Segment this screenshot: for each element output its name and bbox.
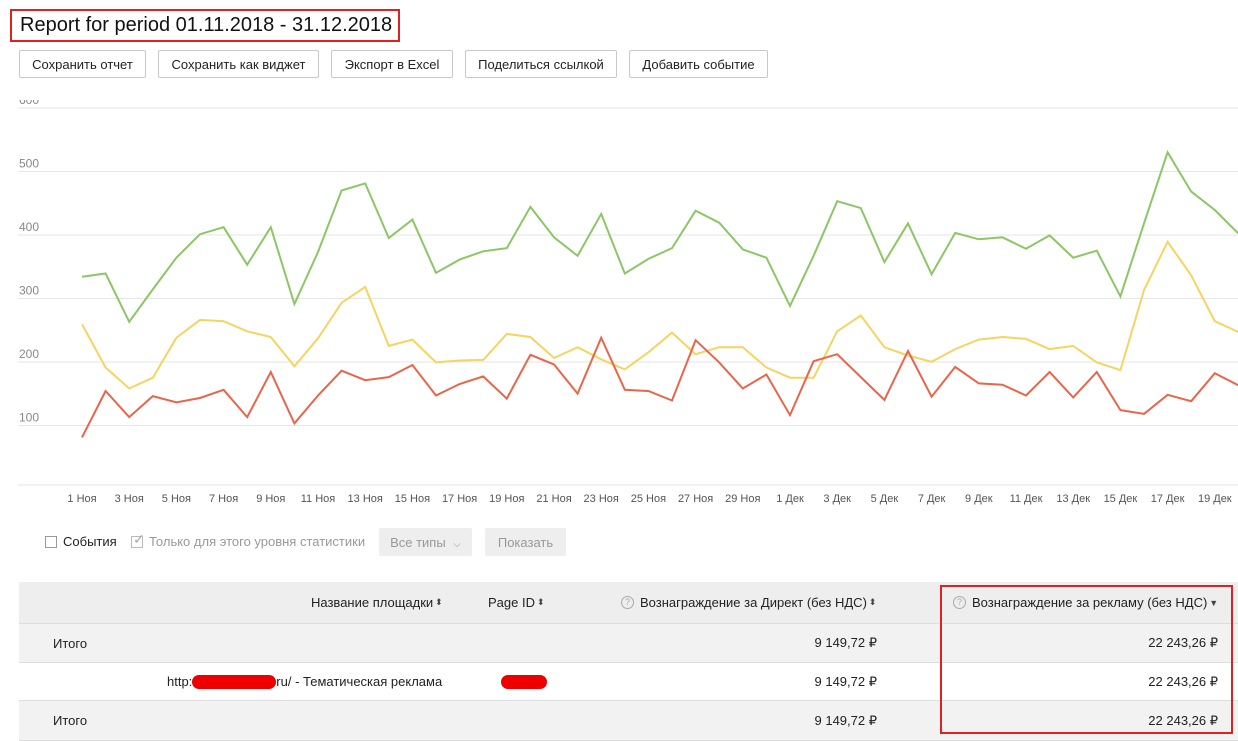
- x-tick-label: 3 Ноя: [115, 493, 144, 505]
- total-label: Итого: [53, 635, 88, 651]
- redaction-mark: [501, 674, 547, 689]
- x-tick-label: 11 Ноя: [301, 493, 336, 505]
- redaction-mark: [192, 674, 277, 689]
- header-site-label: Название площадки: [311, 595, 434, 610]
- x-tick-label: 21 Ноя: [536, 493, 571, 505]
- line-chart: 100 200 300 400 500 600 1 Ноя 3 Ноя 5 Ноя 7 Ноя 9…: [18, 100, 1238, 505]
- header-page-id-label: Page ID: [488, 595, 535, 610]
- save-widget-button[interactable]: Сохранить как виджет: [158, 50, 319, 78]
- x-tick-label: 19 Дек: [1198, 493, 1232, 505]
- x-axis-ticks: 1 Ноя 3 Ноя 5 Ноя 7 Ноя 9 Ноя 11 Ноя 13 Ноя 15 …: [67, 493, 1231, 505]
- level-only-label: Только для этого уровня статистики: [149, 534, 366, 549]
- x-tick-label: 1 Ноя: [67, 493, 96, 505]
- header-direct-reward[interactable]: ? Вознаграждение за Директ (без НДС) ⬍: [621, 582, 876, 623]
- sort-icon: ⬍: [868, 597, 877, 607]
- series-line-2: [81, 335, 1238, 438]
- add-event-button[interactable]: Добавить событие: [629, 50, 768, 78]
- y-tick-label: 300: [19, 284, 39, 298]
- level-only-checkbox[interactable]: ✓: [131, 531, 145, 548]
- x-tick-label: 3 Дек: [823, 493, 851, 505]
- x-tick-label: 15 Дек: [1104, 493, 1138, 505]
- save-report-button[interactable]: Сохранить отчет: [19, 50, 146, 78]
- total-label: Итого: [53, 713, 88, 728]
- chart-controls: События ✓ Только для этого уровня статис…: [0, 528, 1238, 558]
- y-tick-label: 100: [19, 411, 39, 425]
- total-direct-value: 9 149,72 ₽: [814, 635, 878, 650]
- x-tick-label: 25 Ноя: [631, 493, 666, 505]
- site-suffix: ru/ - Тематическая реклама: [276, 674, 443, 689]
- x-tick-label: 17 Дек: [1151, 493, 1185, 505]
- all-types-label: Все типы: [390, 534, 446, 550]
- x-tick-label: 29 Ноя: [725, 493, 760, 505]
- all-types-dropdown[interactable]: Все типы ⌵: [379, 528, 472, 556]
- header-direct-reward-label: Вознаграждение за Директ (без НДС): [640, 595, 867, 610]
- x-tick-label: 27 Ноя: [678, 493, 713, 505]
- y-tick-label: 600: [19, 100, 39, 107]
- x-tick-label: 1 Дек: [776, 493, 804, 505]
- export-excel-button[interactable]: Экспорт в Excel: [331, 50, 453, 78]
- x-tick-label: 9 Ноя: [256, 493, 285, 505]
- series-line-0: [81, 149, 1238, 324]
- x-tick-label: 11 Дек: [1010, 493, 1043, 505]
- x-tick-label: 7 Дек: [918, 493, 946, 505]
- series-line-1: [81, 239, 1238, 390]
- site-name[interactable]: http: ru/ - Тематическая реклама: [167, 663, 442, 700]
- x-tick-label: 19 Ноя: [489, 493, 524, 505]
- events-checkbox[interactable]: [45, 536, 57, 548]
- x-tick-label: 5 Ноя: [162, 493, 191, 505]
- header-site[interactable]: Название площадки ⬍: [311, 582, 443, 623]
- chart-grid: [18, 107, 1238, 486]
- header-page-id[interactable]: Page ID ⬍: [488, 582, 545, 623]
- help-icon[interactable]: ?: [621, 596, 634, 609]
- x-tick-label: 9 Дек: [965, 493, 993, 505]
- ad-reward-highlight-box: [940, 585, 1233, 734]
- y-tick-label: 500: [19, 157, 39, 171]
- x-tick-label: 17 Ноя: [442, 493, 477, 505]
- row-direct-value: 9 149,72 ₽: [814, 673, 878, 689]
- events-label: События: [63, 534, 117, 549]
- x-tick-label: 5 Дек: [871, 493, 899, 505]
- checkmark-icon: ✓: [133, 531, 145, 547]
- share-link-button[interactable]: Поделиться ссылкой: [465, 50, 617, 78]
- x-tick-label: 13 Дек: [1056, 493, 1090, 505]
- sort-icon: ⬍: [435, 597, 443, 607]
- total-direct-value: 9 149,72 ₽: [814, 712, 878, 728]
- x-tick-label: 13 Ноя: [348, 493, 383, 505]
- show-button[interactable]: Показать: [485, 528, 566, 556]
- sort-icon: ⬍: [536, 597, 545, 607]
- page-id-cell: [501, 663, 547, 700]
- page-title: Report for period 01.11.2018 - 31.12.201…: [20, 14, 393, 36]
- y-tick-label: 400: [19, 220, 39, 234]
- chart-series: [81, 149, 1238, 438]
- x-tick-label: 7 Ноя: [209, 493, 238, 505]
- site-prefix: http:: [167, 674, 193, 689]
- x-tick-label: 23 Ноя: [584, 493, 619, 505]
- y-tick-label: 200: [19, 347, 39, 361]
- chevron-down-icon: ⌵: [453, 538, 461, 550]
- y-axis-ticks: 100 200 300 400 500 600: [19, 100, 39, 425]
- x-tick-label: 15 Ноя: [395, 493, 430, 505]
